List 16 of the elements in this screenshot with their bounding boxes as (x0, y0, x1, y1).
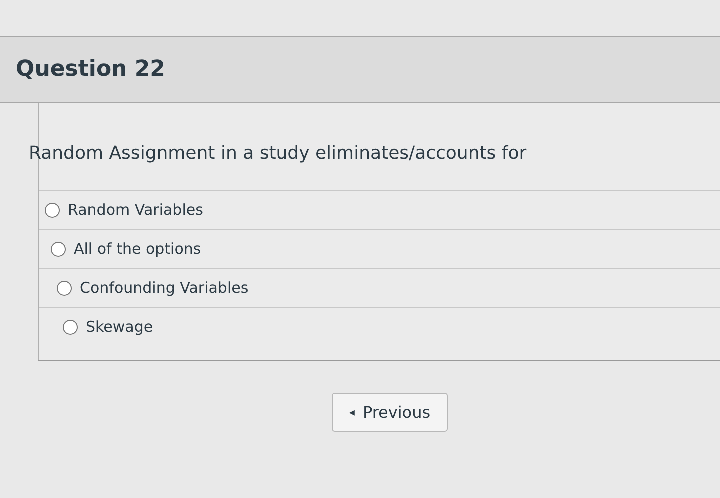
caret-icon: ◂ (349, 406, 355, 419)
answer-option[interactable]: All of the options (39, 229, 720, 268)
answer-option[interactable]: Skewage (39, 307, 720, 346)
option-label: Random Variables (68, 201, 204, 219)
radio-button[interactable] (45, 202, 60, 218)
option-label: Confounding Variables (80, 279, 249, 297)
previous-button[interactable]: ◂ Previous (332, 393, 448, 432)
option-label: All of the options (74, 240, 202, 258)
option-label: Skewage (86, 318, 154, 336)
question-text: Random Assignment in a study eliminates/accounts for (29, 143, 528, 164)
question-title: Question 22 (16, 57, 166, 82)
answer-option[interactable]: Confounding Variables (39, 268, 720, 307)
radio-button[interactable] (51, 242, 66, 256)
answer-option[interactable]: Random Variables (39, 190, 720, 229)
radio-button[interactable] (57, 280, 72, 296)
radio-button[interactable] (63, 320, 78, 334)
